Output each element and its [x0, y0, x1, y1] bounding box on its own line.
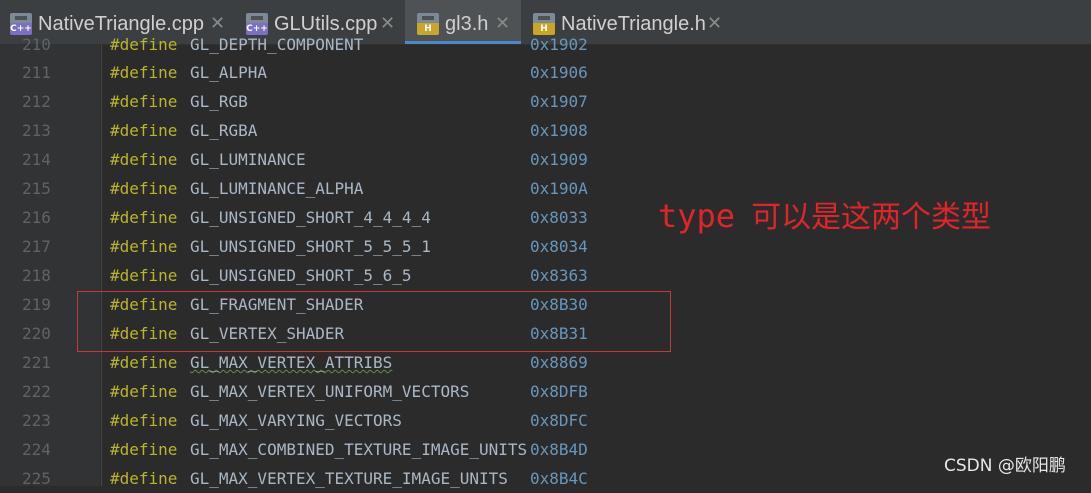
macro-name: GL_RGB — [190, 92, 248, 111]
macro-value: 0x1908 — [530, 121, 588, 140]
macro-value: 0x8B4C — [530, 469, 588, 488]
define-keyword: #define — [110, 150, 178, 169]
macro-value: 0x1909 — [530, 150, 588, 169]
line-number: 210 — [22, 35, 51, 54]
line-number: 219 — [22, 295, 51, 314]
line-number: 222 — [22, 382, 51, 401]
code-line: 213 #define GL_RGBA 0x1908 — [0, 116, 1091, 145]
code-line: 223 #define GL_MAX_VARYING_VECTORS 0x8DFC — [0, 406, 1091, 435]
macro-value: 0x8B4D — [530, 440, 588, 459]
macro-name: GL_DEPTH_COMPONENT — [190, 35, 364, 54]
macro-name: GL_LUMINANCE — [190, 150, 306, 169]
macro-value: 0x8DFC — [530, 411, 588, 430]
macro-name: GL_MAX_VERTEX_TEXTURE_IMAGE_UNITS — [190, 469, 508, 488]
line-number: 214 — [22, 150, 51, 169]
macro-name: GL_UNSIGNED_SHORT_5_6_5 — [190, 266, 412, 285]
macro-value: 0x1906 — [530, 63, 588, 82]
macro-value: 0x8034 — [530, 237, 588, 256]
code-line: 212 #define GL_RGB 0x1907 — [0, 87, 1091, 116]
define-keyword: #define — [110, 382, 178, 401]
annotation-label: 可以是这两个类型 — [751, 200, 992, 235]
define-keyword: #define — [110, 179, 178, 198]
line-number: 212 — [22, 92, 51, 111]
macro-value: 0x1902 — [530, 35, 588, 54]
macro-value: 0x8363 — [530, 266, 588, 285]
define-keyword: #define — [110, 63, 178, 82]
macro-name: GL_RGBA — [190, 121, 258, 140]
define-keyword: #define — [110, 440, 178, 459]
macro-value: 0x1907 — [530, 92, 588, 111]
macro-name: GL_UNSIGNED_SHORT_5_5_5_1 — [190, 237, 431, 256]
line-number: 224 — [22, 440, 51, 459]
macro-name: GL_MAX_VARYING_VECTORS — [190, 411, 402, 430]
macro-value: 0x8869 — [530, 353, 588, 372]
define-keyword: #define — [110, 411, 178, 430]
macro-name: GL_UNSIGNED_SHORT_4_4_4_4 — [190, 208, 431, 227]
define-keyword: #define — [110, 353, 178, 372]
annotation-text: type 可以是这两个类型 — [658, 196, 991, 238]
macro-value: 0x190A — [530, 179, 588, 198]
define-keyword: #define — [110, 92, 178, 111]
line-number: 215 — [22, 179, 51, 198]
define-keyword: #define — [110, 237, 178, 256]
line-number: 217 — [22, 237, 51, 256]
code-line: 225 #define GL_MAX_VERTEX_TEXTURE_IMAGE_UN… — [0, 464, 1091, 493]
macro-name: GL_MAX_VERTEX_ATTRIBS — [190, 353, 393, 372]
code-line: 210 #define GL_DEPTH_COMPONENT 0x1902 — [0, 30, 1091, 59]
macro-name: GL_LUMINANCE_ALPHA — [190, 179, 364, 198]
macro-value: 0x8DFB — [530, 382, 588, 401]
define-keyword: #define — [110, 35, 178, 54]
macro-name: GL_ALPHA — [190, 63, 268, 82]
define-keyword: #define — [110, 469, 178, 488]
code-line: 211 #define GL_ALPHA 0x1906 — [0, 58, 1091, 87]
macro-value: 0x8033 — [530, 208, 588, 227]
code-line: 221 #define GL_MAX_VERTEX_ATTRIBS 0x8869 — [0, 348, 1091, 377]
macro-name: GL_MAX_COMBINED_TEXTURE_IMAGE_UNITS — [190, 440, 528, 459]
code-line: 224 #define GL_MAX_COMBINED_TEXTURE_IMAGE_… — [0, 435, 1091, 464]
define-keyword: #define — [110, 208, 178, 227]
define-keyword: #define — [110, 121, 178, 140]
line-number: 220 — [22, 324, 51, 343]
line-number: 211 — [22, 63, 51, 82]
macro-name: GL_MAX_VERTEX_UNIFORM_VECTORS — [190, 382, 470, 401]
define-keyword: #define — [110, 266, 178, 285]
line-number: 225 — [22, 469, 51, 488]
line-number: 223 — [22, 411, 51, 430]
line-number: 213 — [22, 121, 51, 140]
line-number: 216 — [22, 208, 51, 227]
code-line: 222 #define GL_MAX_VERTEX_UNIFORM_VECTORS 0… — [0, 377, 1091, 406]
watermark: CSDN @欧阳鹏 — [944, 456, 1066, 476]
annotation-code-word: type — [658, 197, 736, 235]
code-line: 214 #define GL_LUMINANCE 0x1909 — [0, 145, 1091, 174]
line-number: 218 — [22, 266, 51, 285]
highlight-box — [77, 291, 671, 352]
line-number: 221 — [22, 353, 51, 372]
code-line: 218 #define GL_UNSIGNED_SHORT_5_6_5 0x8363 — [0, 261, 1091, 290]
